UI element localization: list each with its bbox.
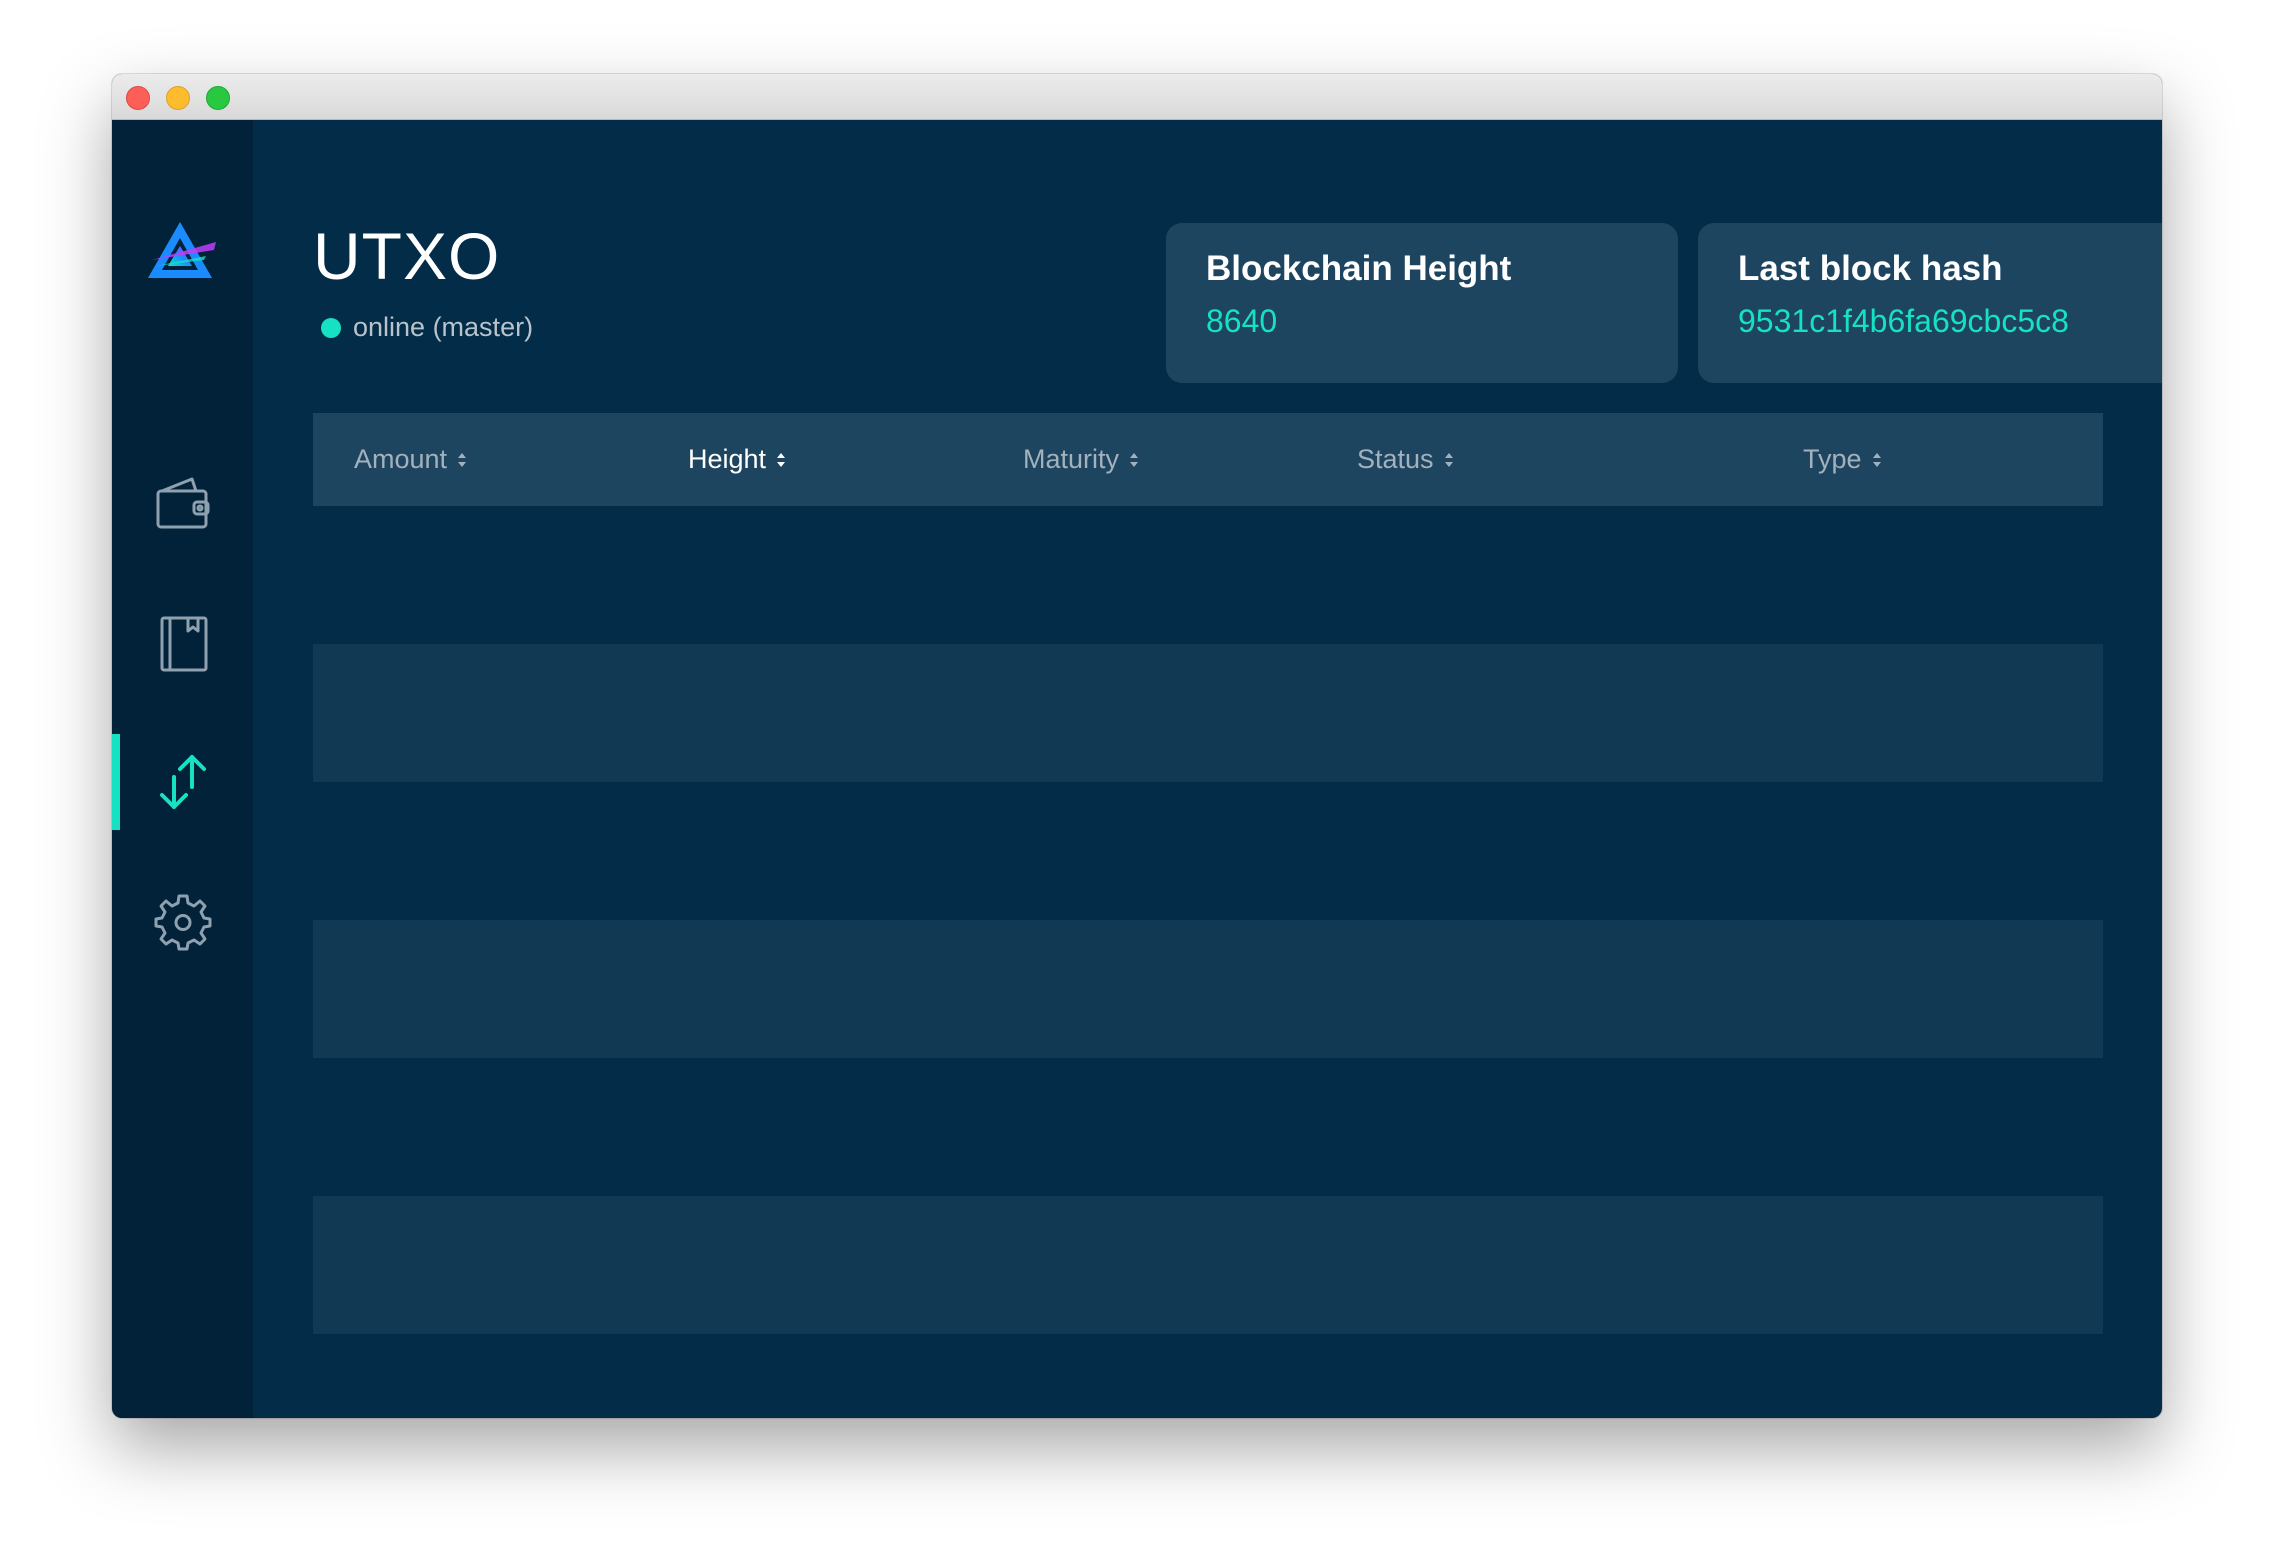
sort-icon [1872, 452, 1881, 467]
minimize-window-button[interactable] [166, 86, 190, 110]
column-label: Height [688, 444, 767, 474]
table-row [313, 782, 2103, 920]
sidebar-item-settings[interactable] [112, 874, 253, 970]
column-header-status[interactable]: Status [1357, 413, 1454, 506]
blockchain-height-card: Blockchain Height 8640 [1166, 223, 1678, 383]
column-label: Amount [354, 444, 448, 474]
sort-icon [1130, 452, 1139, 467]
notebook-icon [160, 616, 207, 672]
table-row [313, 644, 2103, 782]
sort-icon [1444, 452, 1453, 467]
table-row [313, 1196, 2103, 1334]
table-row [313, 920, 2103, 1058]
column-label: Type [1803, 444, 1862, 474]
sidebar-item-address-book[interactable] [112, 596, 253, 692]
table-row [313, 506, 2103, 644]
app-window: UTXO online (master) Blockchain Height 8… [112, 74, 2162, 1418]
table-row [313, 1058, 2103, 1196]
sidebar-item-utxo[interactable] [112, 734, 253, 830]
column-header-maturity[interactable]: Maturity [1023, 413, 1139, 506]
title-bar [112, 74, 2162, 120]
main-content: UTXO online (master) Blockchain Height 8… [253, 120, 2162, 1418]
column-label: Status [1357, 444, 1434, 474]
sidebar [112, 120, 253, 1418]
card-title: Last block hash [1738, 249, 2003, 288]
wallet-icon [156, 477, 209, 529]
gear-icon [154, 894, 211, 951]
close-window-button[interactable] [126, 86, 150, 110]
page-title: UTXO [313, 219, 501, 293]
active-indicator [112, 734, 120, 830]
sidebar-item-wallet[interactable] [112, 456, 253, 552]
last-block-hash-card: Last block hash 9531c1f4b6fa69cbc5c8 [1698, 223, 2162, 383]
status-text: online (master) [353, 312, 534, 342]
last-block-hash-value: 9531c1f4b6fa69cbc5c8 [1738, 303, 2069, 339]
utxo-table: Amount Height Maturity Status Type [313, 413, 2103, 1334]
column-label: Maturity [1023, 444, 1120, 474]
connection-status: online (master) [321, 312, 533, 343]
blockchain-height-value: 8640 [1206, 303, 1278, 339]
arrows-up-down-icon [159, 755, 206, 809]
triangle-logo-icon [148, 222, 216, 278]
sort-icon [458, 452, 467, 467]
maximize-window-button[interactable] [206, 86, 230, 110]
column-header-height[interactable]: Height [688, 413, 786, 506]
column-header-amount[interactable]: Amount [354, 413, 467, 506]
status-dot-icon [321, 317, 341, 338]
column-header-type[interactable]: Type [1803, 413, 1882, 506]
card-title: Blockchain Height [1206, 249, 1512, 288]
sort-icon [777, 452, 786, 467]
table-header: Amount Height Maturity Status Type [313, 413, 2103, 506]
